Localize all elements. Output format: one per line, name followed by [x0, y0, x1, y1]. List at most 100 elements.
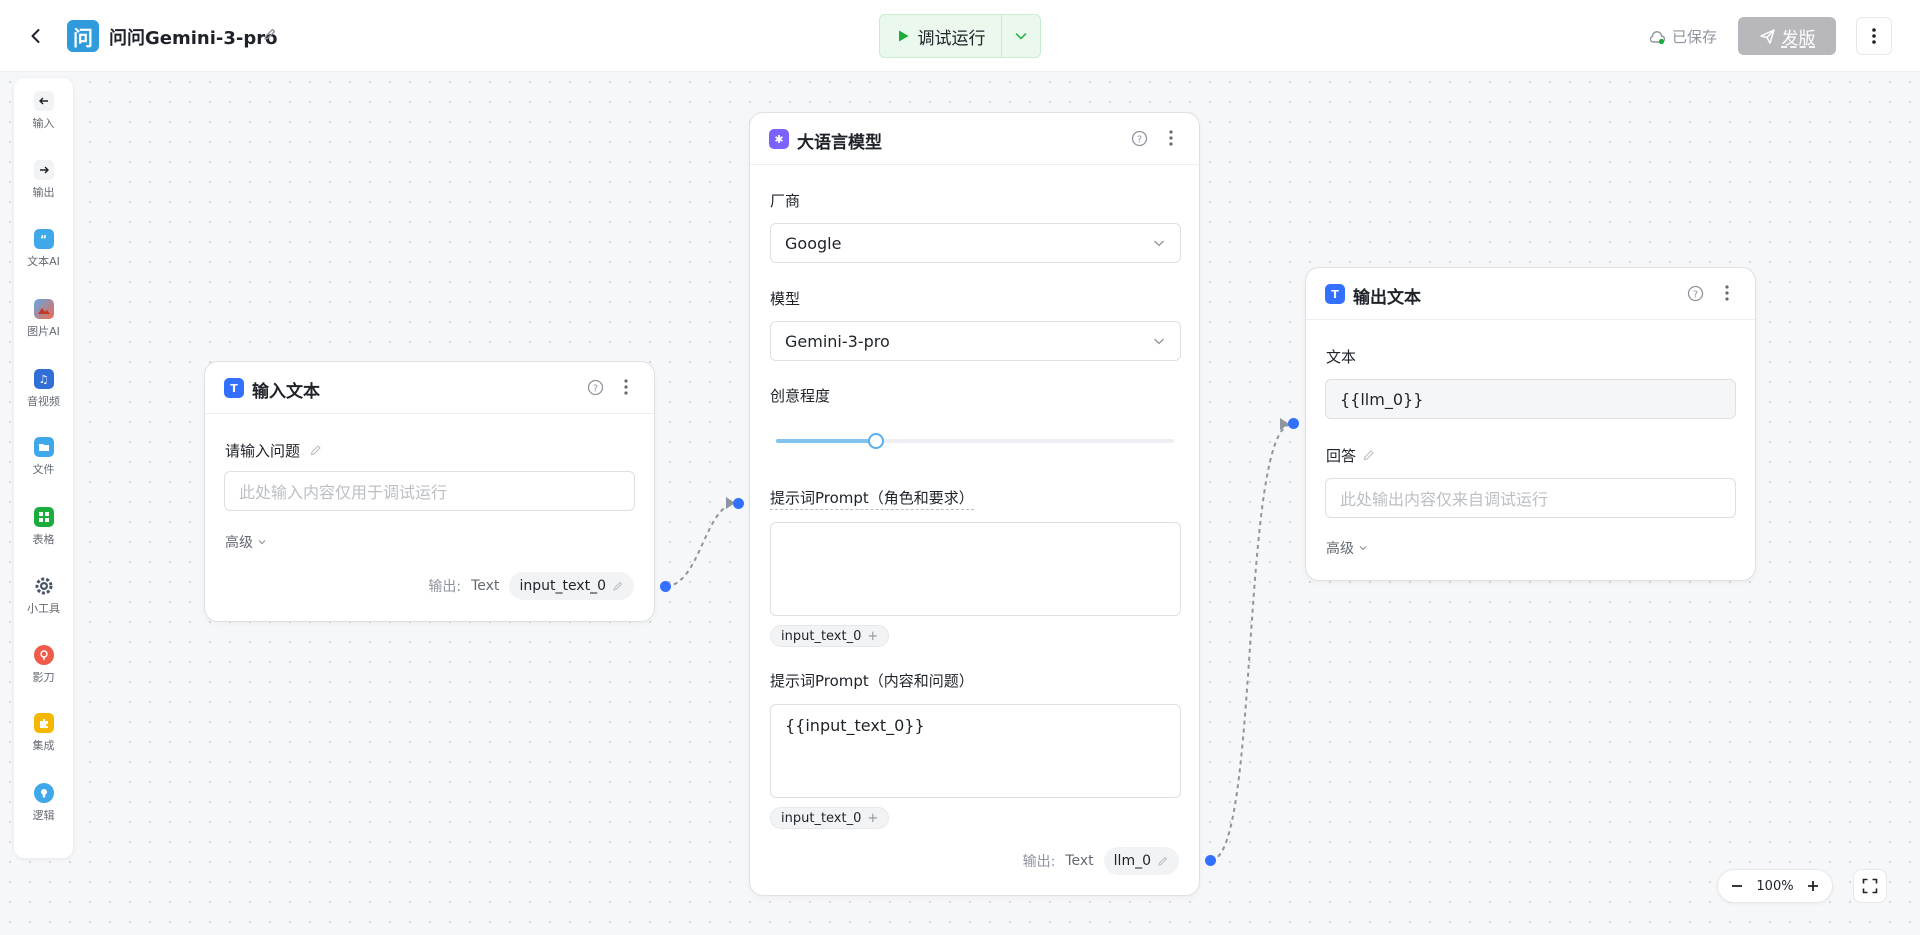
- llm-node-output-port[interactable]: [1205, 855, 1216, 866]
- output-type: Text: [1065, 853, 1094, 869]
- bulb-icon: [33, 783, 54, 803]
- app-logo: 问: [67, 20, 99, 52]
- user-prompt-label: 提示词Prompt（内容和问题）: [770, 672, 974, 690]
- help-icon[interactable]: ?: [1131, 130, 1148, 151]
- output-type: Text: [471, 578, 500, 594]
- output-variable[interactable]: input_text_0: [509, 572, 634, 600]
- advanced-toggle[interactable]: 高级: [1326, 538, 1369, 558]
- more-vertical-icon: [1872, 28, 1876, 44]
- tool-label: 集成: [32, 739, 55, 752]
- edit-icon[interactable]: [1362, 448, 1376, 462]
- edit-icon: [1158, 856, 1168, 866]
- question-label: 请输入问题: [225, 442, 301, 460]
- tool-text-ai[interactable]: “ 文本AI: [14, 221, 73, 277]
- output-row: 输出: Text input_text_0: [428, 572, 634, 600]
- publish-button[interactable]: 发版: [1738, 17, 1836, 55]
- more-menu-button[interactable]: [1856, 17, 1892, 55]
- send-icon: [1759, 28, 1775, 44]
- input-text-node[interactable]: T 输入文本 ? 请输入问题 此处输入内容仅用于调试运行 高级 输出: Text…: [204, 361, 655, 622]
- tool-integration[interactable]: 集成: [14, 705, 73, 761]
- answer-output-field[interactable]: 此处输出内容仅来自调试运行: [1325, 478, 1736, 518]
- table-icon: [33, 507, 54, 527]
- tool-output[interactable]: 输出: [14, 152, 73, 208]
- llm-node[interactable]: ✱ 大语言模型 ? 厂商 Google 模型 Gemini-3-pro 创意程度…: [749, 112, 1200, 896]
- puzzle-icon: [33, 713, 54, 733]
- output-text-node[interactable]: T 输出文本 ? 文本 {{llm_0}} 回答 此处输出内容仅来自调试运行 高…: [1305, 267, 1756, 581]
- creativity-slider-thumb[interactable]: [867, 433, 884, 449]
- advanced-label: 高级: [1326, 541, 1354, 557]
- chevron-down-icon: [1015, 33, 1027, 40]
- back-button[interactable]: [22, 22, 50, 50]
- vendor-select[interactable]: Google: [770, 223, 1181, 263]
- output-label: 输出:: [428, 579, 462, 595]
- tool-table[interactable]: 表格: [14, 499, 73, 555]
- gear-icon: [34, 576, 54, 596]
- output-row: 输出: Text llm_0: [1023, 847, 1179, 875]
- more-vertical-icon[interactable]: [623, 378, 629, 400]
- tool-file[interactable]: 文件: [14, 429, 73, 485]
- system-prompt-input[interactable]: [770, 522, 1181, 616]
- tool-label: 逻辑: [32, 809, 55, 822]
- advanced-toggle[interactable]: 高级: [225, 532, 268, 552]
- question-input[interactable]: 此处输入内容仅用于调试运行: [224, 471, 635, 511]
- top-bar: 问 问问Gemini-3-pro 调试运行 已保存 发版: [0, 0, 1920, 72]
- svg-text:?: ?: [1693, 290, 1698, 301]
- system-prompt-label: 提示词Prompt（角色和要求）: [770, 487, 974, 510]
- chevron-down-icon: [1154, 338, 1164, 345]
- fit-view-button[interactable]: [1853, 869, 1887, 903]
- model-select[interactable]: Gemini-3-pro: [770, 321, 1181, 361]
- creativity-slider[interactable]: [776, 433, 1174, 449]
- chevron-down-icon: [258, 540, 266, 545]
- tool-label: 图片AI: [27, 325, 60, 338]
- text-node-icon: T: [224, 378, 244, 398]
- save-status-label: 已保存: [1672, 28, 1718, 46]
- publish-label: 发版: [1781, 28, 1816, 49]
- arrow-right-icon: [33, 160, 54, 180]
- help-icon[interactable]: ?: [1687, 285, 1704, 306]
- tool-label: 小工具: [27, 602, 60, 615]
- variable-chip-label: input_text_0: [781, 810, 862, 826]
- llm-node-input-port[interactable]: [733, 498, 744, 509]
- node-header: ✱ 大语言模型 ?: [750, 113, 1199, 165]
- tool-label: 表格: [32, 533, 55, 546]
- tool-image-ai[interactable]: 图片AI: [14, 291, 73, 347]
- insert-variable-chip[interactable]: input_text_0 +: [770, 625, 890, 647]
- output-variable[interactable]: llm_0: [1103, 847, 1179, 875]
- zoom-in-button[interactable]: [1802, 875, 1824, 897]
- model-label: 模型: [770, 290, 801, 308]
- output-node-input-port[interactable]: [1288, 418, 1299, 429]
- edit-icon[interactable]: [309, 443, 323, 457]
- tool-label: 影刀: [32, 671, 55, 684]
- chevron-down-icon: [1359, 546, 1367, 551]
- tool-input[interactable]: 输入: [14, 83, 73, 139]
- text-node-icon: T: [1325, 284, 1345, 304]
- tool-logic[interactable]: 逻辑: [14, 775, 73, 831]
- run-options-dropdown[interactable]: [1002, 15, 1040, 57]
- output-label: 输出:: [1022, 854, 1056, 870]
- creativity-label: 创意程度: [770, 387, 831, 405]
- more-vertical-icon[interactable]: [1168, 129, 1174, 151]
- minus-icon: [1732, 885, 1742, 887]
- edit-title-icon[interactable]: [262, 26, 278, 46]
- advanced-label: 高级: [225, 535, 253, 551]
- tool-gadget[interactable]: 小工具: [14, 568, 73, 624]
- tool-media[interactable]: ♫ 音视频: [14, 361, 73, 417]
- zoom-out-button[interactable]: [1726, 875, 1748, 897]
- llm-node-icon: ✱: [769, 129, 789, 149]
- app-title: 问问Gemini-3-pro: [109, 28, 278, 49]
- zoom-level: 100%: [1756, 878, 1794, 894]
- bot-icon: [33, 645, 54, 665]
- help-icon[interactable]: ?: [587, 379, 604, 400]
- model-value: Gemini-3-pro: [785, 331, 890, 351]
- debug-run-label: 调试运行: [917, 28, 986, 49]
- user-prompt-input[interactable]: {{input_text_0}}: [770, 704, 1181, 798]
- debug-run-button[interactable]: 调试运行: [880, 15, 1002, 57]
- variable-chip-label: input_text_0: [781, 628, 862, 644]
- tool-label: 输出: [32, 186, 55, 199]
- text-value-field[interactable]: {{llm_0}}: [1325, 379, 1736, 419]
- input-node-output-port[interactable]: [660, 581, 671, 592]
- insert-variable-chip[interactable]: input_text_0 +: [770, 807, 890, 829]
- tool-yingdao[interactable]: 影刀: [14, 637, 73, 693]
- more-vertical-icon[interactable]: [1724, 284, 1730, 306]
- tool-label: 文本AI: [27, 255, 60, 268]
